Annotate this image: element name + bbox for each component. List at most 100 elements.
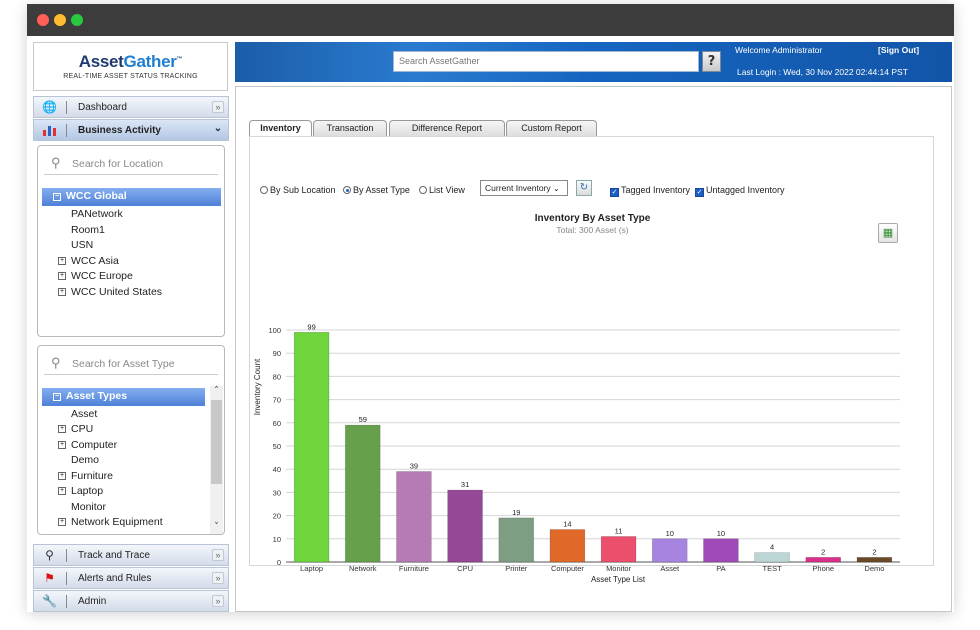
bar-value-label: 59 <box>359 415 367 424</box>
tree-node-location[interactable]: + WCC United States <box>58 286 162 298</box>
nav-dashboard[interactable]: 🌐 Dashboard » <box>33 96 229 118</box>
nav-track-trace[interactable]: ⚲ Track and Trace » <box>33 544 229 566</box>
nav-admin[interactable]: 🔧 Admin » <box>33 590 229 612</box>
radio-icon[interactable] <box>419 186 427 194</box>
nav-business-activity-label: Business Activity <box>78 125 161 136</box>
tree-node-asset-type[interactable]: + Computer <box>58 439 117 451</box>
inventory-chart-panel: By Sub Location By Asset Type List View … <box>249 136 934 584</box>
expand-icon[interactable]: + <box>58 472 66 480</box>
tree-node-asset-type[interactable]: Demo <box>71 454 99 466</box>
bar-demo <box>856 557 893 563</box>
app-logo[interactable]: AssetGather™ REAL-TIME ASSET STATUS TRAC… <box>33 42 228 91</box>
globe-icon: 🌐 <box>42 100 57 114</box>
tree-node-asset-types[interactable]: − Asset Types <box>42 388 205 406</box>
bar-test <box>754 552 790 563</box>
checkbox-tagged-inventory[interactable]: ✓ Tagged Inventory <box>610 185 690 197</box>
search-icon: ⚲ <box>51 155 61 170</box>
scroll-up-icon[interactable]: ˄ <box>210 386 223 398</box>
checkbox-checked-icon[interactable]: ✓ <box>610 188 619 197</box>
y-tick-label: 50 <box>273 442 281 451</box>
tree-node-asset-type[interactable]: + Laptop <box>58 485 103 497</box>
expand-icon[interactable]: + <box>58 272 66 280</box>
maximize-window-icon[interactable] <box>71 14 83 26</box>
y-tick-label: 40 <box>273 465 281 474</box>
tree-node-asset-type[interactable]: + Furniture <box>58 470 113 482</box>
option-by-asset-type[interactable]: By Asset Type <box>343 185 410 195</box>
y-tick-label: 100 <box>268 326 281 335</box>
asset-type-search-input[interactable]: ⚲ Search for Asset Type <box>44 350 218 375</box>
tree-node-wcc-global[interactable]: − WCC Global <box>42 188 221 206</box>
asset-tree-scrollbar[interactable]: ˄ ˅ <box>210 386 223 534</box>
nav-dashboard-label: Dashboard <box>78 102 127 113</box>
tree-node-location[interactable]: + WCC Europe <box>58 270 133 282</box>
y-tick-label: 70 <box>273 396 281 405</box>
bar-value-label: 10 <box>717 529 725 538</box>
tab-transaction[interactable]: Transaction <box>313 120 387 136</box>
checkbox-checked-icon[interactable]: ✓ <box>695 188 704 197</box>
scroll-down-icon[interactable]: ˅ <box>210 522 223 534</box>
expand-icon[interactable]: + <box>58 257 66 265</box>
chevron-right-icon: » <box>212 101 224 113</box>
nav-alerts-rules[interactable]: ⚑ Alerts and Rules » <box>33 567 229 589</box>
x-tick-label: Demo <box>864 564 884 573</box>
nav-business-activity[interactable]: Business Activity ⌄ <box>33 119 229 141</box>
refresh-button[interactable]: ↻ <box>576 180 592 196</box>
x-tick-label: Furniture <box>399 564 429 573</box>
tree-node-location[interactable]: Room1 <box>71 224 105 236</box>
bar-value-label: 2 <box>872 547 876 556</box>
minimize-window-icon[interactable] <box>54 14 66 26</box>
sign-out-link[interactable]: [Sign Out] <box>878 45 919 55</box>
x-tick-label: PA <box>716 564 725 573</box>
bar-pa <box>703 538 739 563</box>
expand-icon[interactable]: + <box>58 288 66 296</box>
sidebar: 🌐 Dashboard » Business Activity ⌄ ⚲ Sear… <box>33 96 229 612</box>
tree-node-asset-type[interactable]: + Network Equipment <box>58 516 163 528</box>
radio-selected-icon[interactable] <box>343 186 351 194</box>
scrollbar-thumb[interactable] <box>211 400 222 484</box>
asset-type-search-placeholder: Search for Asset Type <box>72 358 175 370</box>
y-tick-label: 0 <box>277 558 281 567</box>
expand-icon[interactable]: + <box>58 441 66 449</box>
tree-node-location[interactable]: + WCC Asia <box>58 255 119 267</box>
x-axis: Laptop Network Furniture CPU Printer Computer… <box>300 564 884 573</box>
y-tick-label: 90 <box>273 349 281 358</box>
location-search-input[interactable]: ⚲ Search for Location <box>44 150 218 175</box>
tree-node-location[interactable]: PANetwork <box>71 208 123 220</box>
tree-node-location[interactable]: USN <box>71 239 93 251</box>
bar-laptop <box>293 332 330 563</box>
y-axis-label: Inventory Count <box>253 358 262 415</box>
bar-value-label: 39 <box>410 462 418 471</box>
y-tick-label: 20 <box>273 512 281 521</box>
logo-asset-text: Asset <box>78 52 124 71</box>
radio-icon[interactable] <box>260 186 268 194</box>
wrench-icon: 🔧 <box>42 594 57 608</box>
expand-icon[interactable]: + <box>58 425 66 433</box>
tree-node-asset-type[interactable]: Asset <box>71 408 97 420</box>
close-window-icon[interactable] <box>37 14 49 26</box>
global-search-input[interactable]: Search AssetGather <box>393 51 699 72</box>
inventory-select[interactable]: Current Inventory ⌄ <box>480 180 568 196</box>
tree-node-asset-type[interactable]: + CPU <box>58 423 93 435</box>
chevron-right-icon: » <box>212 595 224 607</box>
option-list-view[interactable]: List View <box>419 185 465 195</box>
expand-icon[interactable]: + <box>58 487 66 495</box>
bar-value-label: 14 <box>563 520 571 529</box>
tab-custom-report[interactable]: Custom Report <box>506 120 597 136</box>
option-by-sub-location[interactable]: By Sub Location <box>260 185 336 195</box>
logo-gather-text: Gather <box>123 52 177 71</box>
x-tick-label: Monitor <box>606 564 632 573</box>
y-tick-label: 60 <box>273 419 281 428</box>
tab-inventory[interactable]: Inventory <box>249 120 312 137</box>
checkbox-untagged-inventory[interactable]: ✓ Untagged Inventory <box>695 185 785 197</box>
bar-network <box>345 424 381 563</box>
logo-trademark: ™ <box>176 56 183 63</box>
expand-icon[interactable]: + <box>58 518 66 526</box>
window-titlebar <box>27 4 954 36</box>
location-search-placeholder: Search for Location <box>72 158 164 170</box>
help-button[interactable]: ? <box>702 51 721 72</box>
last-login-text: Last Login : Wed, 30 Nov 2022 02:44:14 P… <box>737 67 908 77</box>
chevron-right-icon: » <box>212 572 224 584</box>
chevron-right-icon: » <box>212 549 224 561</box>
tab-difference-report[interactable]: Difference Report <box>389 120 505 136</box>
tree-node-asset-type[interactable]: Monitor <box>71 501 106 513</box>
